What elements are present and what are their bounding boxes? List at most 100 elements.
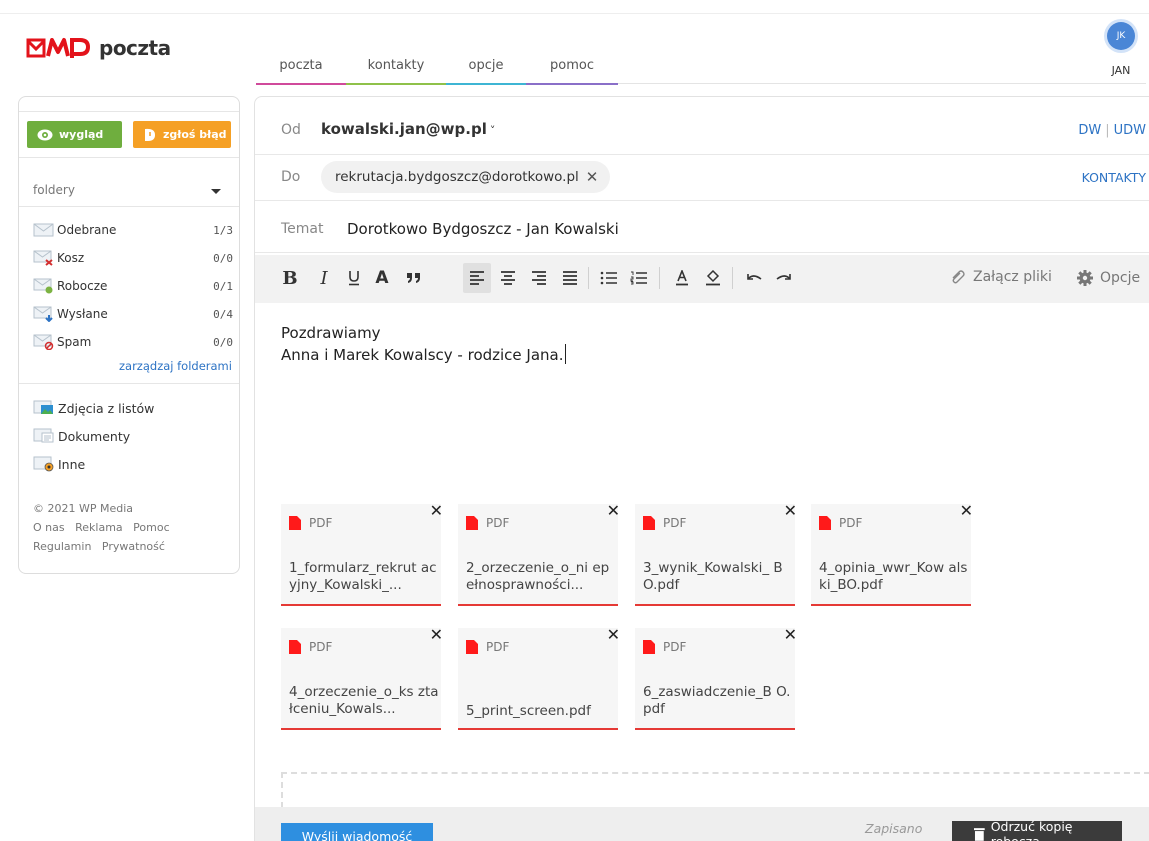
attachment-card[interactable]: ✕ PDF 5_print_screen.pdf — [458, 625, 620, 730]
pdf-file-icon — [466, 516, 478, 530]
attachment-card[interactable]: ✕ PDF 4_opinia_wwr_Kow alski_BO.pdf — [811, 501, 973, 606]
remove-attachment-icon[interactable]: ✕ — [607, 625, 620, 644]
folders-label: foldery — [33, 183, 75, 197]
undo-icon[interactable] — [740, 263, 768, 293]
numbered-list-icon[interactable] — [625, 263, 653, 293]
attachment-card[interactable]: ✕ PDF 4_orzeczenie_o_ks ztałceniu_Kowals… — [281, 625, 443, 730]
attachment-name: 6_zaswiadczenie_B O.pdf — [643, 684, 791, 717]
remove-attachment-icon[interactable]: ✕ — [960, 501, 973, 520]
category-name: Dokumenty — [58, 428, 131, 444]
appearance-button[interactable]: wygląd — [27, 121, 122, 148]
chevron-down-icon[interactable] — [211, 189, 221, 194]
message-body[interactable]: Pozdrawiamy Anna i Marek Kowalscy - rodz… — [281, 323, 566, 366]
footer-link-regulamin[interactable]: Regulamin — [33, 540, 91, 553]
tab-label: pomoc — [550, 58, 594, 73]
category-dokumenty[interactable]: Dokumenty — [33, 425, 233, 447]
editor-toolbar: B I A Załącz pliki Opcje — [255, 255, 1149, 303]
avatar[interactable]: JK — [1107, 22, 1135, 50]
wp-poczta-logo[interactable]: poczta — [26, 36, 171, 60]
manage-folders-link[interactable]: zarządzaj folderami — [119, 359, 232, 373]
attachment-dropzone[interactable] — [281, 772, 1149, 808]
folder-wyslane[interactable]: Wysłane 0/4 — [33, 303, 233, 325]
category-name: Zdjęcia z listów — [58, 400, 155, 416]
attachment-card[interactable]: ✕ PDF 2_orzeczenie_o_ni epełnosprawności… — [458, 501, 620, 606]
folder-spam[interactable]: Spam 0/0 — [33, 331, 233, 353]
align-center-icon[interactable] — [494, 263, 522, 293]
user-name: JAN — [1111, 64, 1131, 77]
to-row: Do rekrutacja.bydgoszcz@dorotkowo.pl ✕ K… — [255, 149, 1149, 201]
sidebar-divider — [19, 383, 239, 384]
attachment-card[interactable]: ✕ PDF 6_zaswiadczenie_B O.pdf — [635, 625, 797, 730]
folders-header[interactable]: foldery — [19, 159, 239, 207]
toolbar-separator — [732, 267, 733, 289]
options-button[interactable]: Opcje — [1076, 269, 1140, 287]
attachment-name: 5_print_screen.pdf — [466, 703, 591, 719]
cc-bcc-links: DW | UDW — [1078, 123, 1146, 138]
trash-icon — [974, 828, 985, 841]
sent-icon — [33, 306, 55, 323]
remove-attachment-icon[interactable]: ✕ — [430, 501, 443, 520]
align-right-icon[interactable] — [525, 263, 553, 293]
tab-underline — [526, 83, 618, 85]
photos-icon — [33, 400, 55, 416]
underline-icon[interactable] — [340, 263, 368, 293]
category-zdjecia[interactable]: Zdjęcia z listów — [33, 397, 233, 419]
bcc-link[interactable]: UDW — [1114, 123, 1146, 138]
bullet-list-icon[interactable] — [595, 263, 623, 293]
appearance-label: wygląd — [59, 128, 104, 141]
attachment-card[interactable]: ✕ PDF 3_wynik_Kowalski_ BO.pdf — [635, 501, 797, 606]
folder-odebrane[interactable]: Odebrane 1/3 — [33, 219, 233, 241]
footer-link-prywatnosc[interactable]: Prywatność — [102, 540, 165, 553]
quote-icon[interactable] — [400, 263, 428, 293]
remove-attachment-icon[interactable]: ✕ — [430, 625, 443, 644]
tab-underline — [346, 83, 446, 85]
tab-poczta[interactable]: poczta — [256, 50, 346, 85]
discard-draft-button[interactable]: Odrzuć kopię roboczą — [952, 819, 1122, 841]
drafts-icon — [33, 278, 55, 294]
tab-opcje[interactable]: opcje — [446, 50, 526, 85]
user-menu[interactable]: JK JAN — [1103, 22, 1139, 77]
text-color-icon[interactable] — [668, 263, 696, 293]
pdf-file-icon — [289, 640, 301, 654]
tab-kontakty[interactable]: kontakty — [346, 50, 446, 85]
footer-link-o-nas[interactable]: O nas — [33, 521, 65, 534]
folder-count: 0/0 — [213, 251, 233, 265]
footer-link-reklama[interactable]: Reklama — [75, 521, 123, 534]
category-inne[interactable]: Inne — [33, 453, 233, 475]
report-bug-button[interactable]: zgłoś błąd — [133, 121, 231, 148]
pdf-file-icon — [289, 516, 301, 530]
remove-attachment-icon[interactable]: ✕ — [784, 625, 797, 644]
attachment-type: PDF — [486, 516, 510, 530]
attach-files-button[interactable]: Załącz pliki — [949, 269, 1052, 285]
attachment-card[interactable]: ✕ PDF 1_formularz_rekrut acyjny_Kowalski… — [281, 501, 443, 606]
highlight-icon[interactable] — [699, 263, 727, 293]
sidebar: wygląd zgłoś błąd foldery Odebrane 1/3 K… — [18, 96, 240, 574]
folder-name: Wysłane — [57, 307, 108, 321]
font-size-icon[interactable]: A — [368, 263, 396, 293]
from-address: kowalski.jan@wp.pl — [321, 120, 487, 138]
cc-link[interactable]: DW — [1078, 123, 1101, 138]
bold-icon[interactable]: B — [276, 263, 304, 293]
footer-link-pomoc[interactable]: Pomoc — [133, 521, 169, 534]
pdf-file-icon — [466, 640, 478, 654]
italic-icon[interactable]: I — [310, 263, 338, 293]
send-button[interactable]: Wyślij wiadomość — [281, 823, 433, 841]
pdf-file-icon — [819, 516, 831, 530]
gear-icon — [1077, 270, 1093, 286]
folder-robocze[interactable]: Robocze 0/1 — [33, 275, 233, 297]
justify-icon[interactable] — [556, 263, 584, 293]
redo-icon[interactable] — [770, 263, 798, 293]
remove-attachment-icon[interactable]: ✕ — [784, 501, 797, 520]
align-left-icon[interactable] — [463, 263, 491, 293]
contacts-link[interactable]: KONTAKTY — [1082, 170, 1146, 185]
folder-kosz[interactable]: Kosz 0/0 — [33, 247, 233, 269]
text-cursor — [564, 344, 566, 364]
subject-input[interactable] — [347, 217, 1127, 241]
body-line: Pozdrawiamy — [281, 324, 381, 342]
folder-count: 0/4 — [213, 307, 233, 321]
recipient-chip[interactable]: rekrutacja.bydgoszcz@dorotkowo.pl ✕ — [321, 161, 611, 193]
tab-pomoc[interactable]: pomoc — [526, 50, 618, 85]
from-select[interactable]: kowalski.jan@wp.pl ˅ — [321, 120, 495, 138]
remove-recipient-icon[interactable]: ✕ — [586, 168, 599, 186]
remove-attachment-icon[interactable]: ✕ — [607, 501, 620, 520]
